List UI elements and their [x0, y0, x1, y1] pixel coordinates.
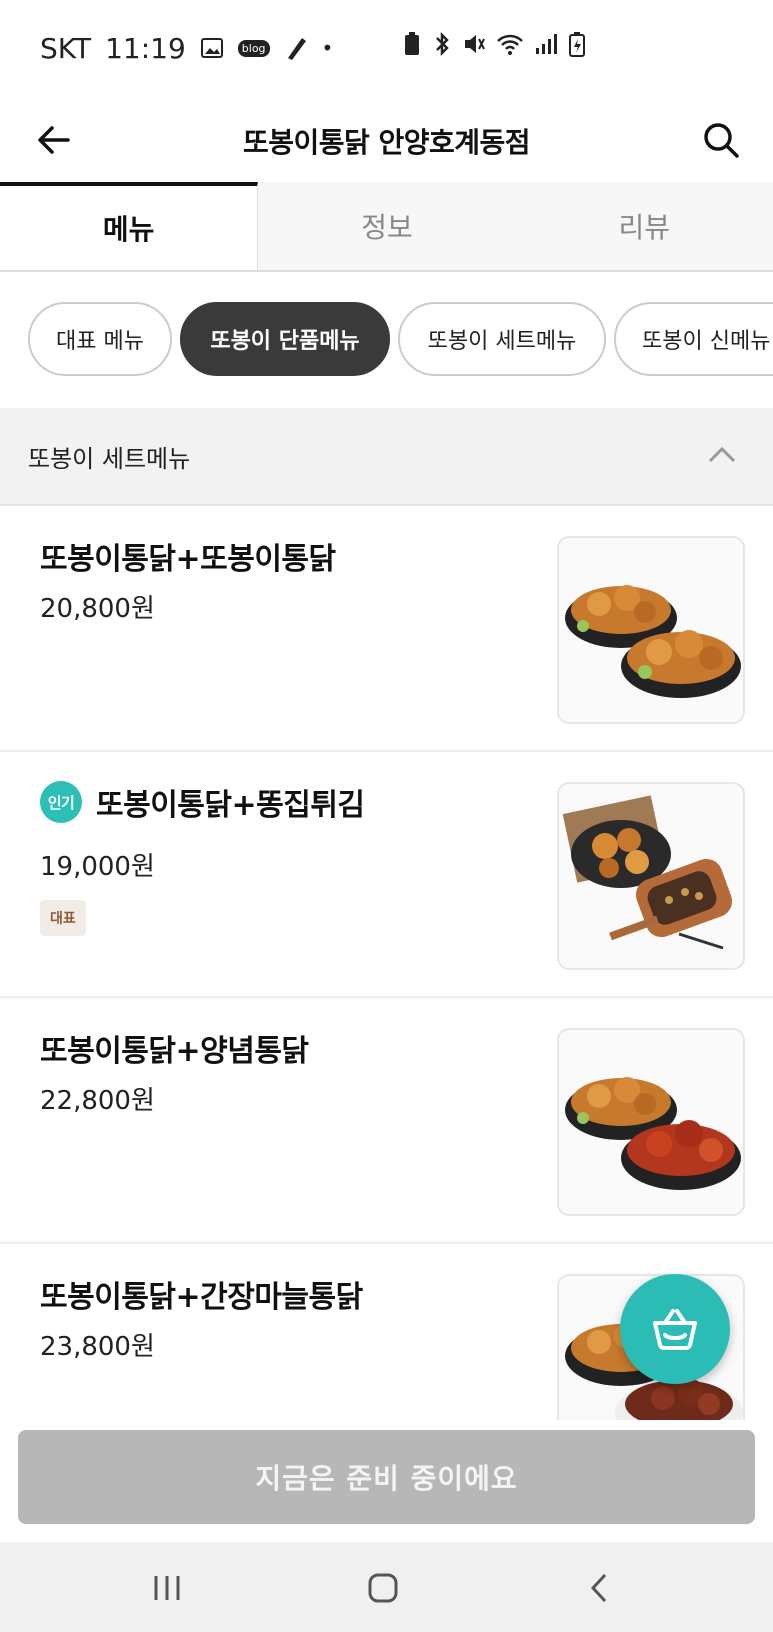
system-back-button[interactable] [575, 1564, 623, 1612]
carrier-label: SKT [40, 31, 92, 65]
search-button[interactable] [695, 114, 747, 166]
cart-button[interactable] [620, 1274, 730, 1384]
section-header[interactable]: 또봉이 세트메뉴 [0, 408, 773, 506]
mute-icon [465, 35, 485, 53]
tab-info[interactable]: 정보 [258, 182, 516, 270]
back-button[interactable] [28, 114, 80, 166]
image-icon [200, 34, 224, 62]
pen-icon [284, 34, 308, 62]
section-title: 또봉이 세트메뉴 [28, 444, 191, 473]
clock: 11:19 [105, 31, 186, 65]
battery-icon [569, 32, 585, 57]
menu-item-photo [557, 782, 745, 970]
menu-item-name: 또봉이통닭+간장마늘통닭 [40, 1280, 363, 1315]
chip-signature-menu[interactable]: 대표 메뉴 [28, 302, 172, 376]
tab-reviews[interactable]: 리뷰 [515, 182, 773, 270]
chip-set-menu[interactable]: 또봉이 세트메뉴 [398, 302, 606, 376]
signal-icon [536, 34, 557, 54]
chip-single-menu[interactable]: 또봉이 단품메뉴 [180, 302, 390, 376]
back-icon [590, 1573, 607, 1603]
home-icon [368, 1573, 398, 1603]
basket-icon [653, 1309, 697, 1350]
chip-new-menu[interactable]: 또봉이 신메뉴 [614, 302, 773, 376]
tab-bar: 메뉴 정보 리뷰 [0, 182, 773, 272]
menu-item-price: 19,000원 [40, 852, 155, 882]
menu-item-name: 인기 또봉이통닭+똥집튀김 [40, 780, 365, 824]
wifi-icon [497, 34, 523, 55]
order-button[interactable]: 지금은 준비 중이에요 [18, 1430, 755, 1524]
category-chips: 대표 메뉴 또봉이 단품메뉴 또봉이 세트메뉴 또봉이 신메뉴 [0, 272, 773, 408]
menu-item-name: 또봉이통닭+또봉이통닭 [40, 542, 336, 577]
dot-icon: • [321, 36, 334, 60]
blog-icon: blog [237, 39, 270, 57]
menu-item-price: 22,800원 [40, 1086, 155, 1116]
page-title: 또봉이통닭 안양호계동점 [242, 126, 531, 159]
system-nav-bar [0, 1542, 773, 1632]
menu-item[interactable]: 인기 또봉이통닭+똥집튀김 19,000원 대표 [0, 752, 773, 998]
arrow-left-icon [38, 126, 70, 154]
menu-item-photo [557, 536, 745, 724]
menu-item[interactable]: 또봉이통닭+또봉이통닭 20,800원 [0, 506, 773, 752]
status-bar: SKT 11:19 blog • [0, 0, 773, 96]
recent-apps-icon [154, 1576, 180, 1600]
menu-item-name: 또봉이통닭+양념통닭 [40, 1034, 309, 1069]
chevron-up-icon [708, 446, 736, 463]
menu-item-photo [557, 1028, 745, 1216]
bottom-action-bar: 지금은 준비 중이에요 [0, 1420, 773, 1542]
menu-item[interactable]: 또봉이통닭+양념통닭 22,800원 [0, 998, 773, 1244]
recent-apps-button[interactable] [143, 1564, 191, 1612]
home-button[interactable] [359, 1564, 407, 1612]
search-icon [704, 123, 739, 158]
menu-item-price: 23,800원 [40, 1332, 155, 1362]
app-bar: 또봉이통닭 안양호계동점 [0, 96, 773, 186]
tab-menu[interactable]: 메뉴 [0, 182, 259, 270]
signature-tag: 대표 [40, 900, 86, 936]
bluetooth-icon [436, 31, 449, 57]
popular-badge: 인기 [40, 781, 82, 823]
menu-item-price: 20,800원 [40, 594, 155, 624]
battery-saver-icon [405, 32, 419, 55]
